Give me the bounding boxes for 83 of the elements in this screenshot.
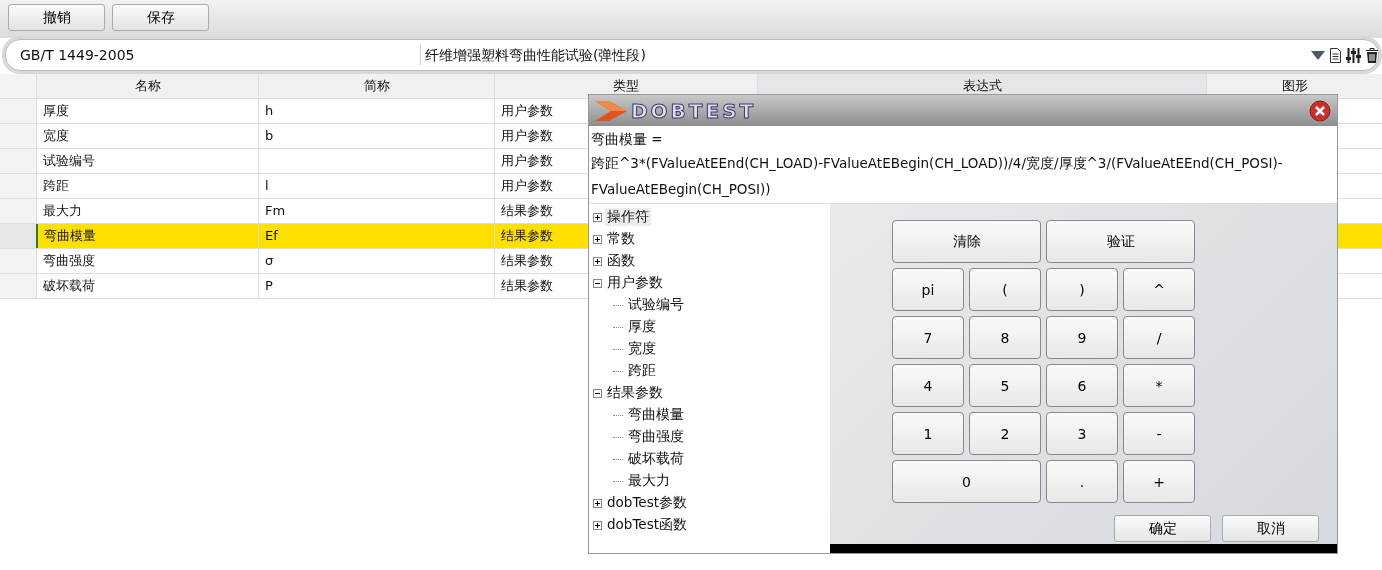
expander-icon[interactable] bbox=[593, 278, 602, 288]
tree-item[interactable]: 常数 bbox=[605, 230, 637, 248]
dialog-button[interactable]: 取消 bbox=[1222, 515, 1319, 542]
keypad-button[interactable]: ^ bbox=[1123, 268, 1195, 311]
toolbar-button[interactable]: 撤销 bbox=[8, 4, 105, 31]
expander-icon[interactable] bbox=[593, 520, 602, 530]
tree-item[interactable]: 宽度 bbox=[626, 340, 658, 358]
keypad-button[interactable]: 2 bbox=[969, 412, 1041, 455]
table-cell: l bbox=[265, 178, 269, 193]
keypad-button[interactable]: 9 bbox=[1046, 316, 1118, 359]
table-cell: h bbox=[265, 103, 274, 118]
chevron-logo-icon bbox=[593, 98, 629, 123]
table-cell: 破坏载荷 bbox=[43, 278, 95, 293]
tree-item[interactable]: 函数 bbox=[605, 252, 637, 270]
tree-item[interactable]: dobTest函数 bbox=[605, 516, 689, 534]
tree-item[interactable]: dobTest参数 bbox=[605, 494, 689, 512]
tree-item[interactable]: 弯曲强度 bbox=[626, 428, 686, 446]
tree-item[interactable]: 最大力 bbox=[626, 472, 672, 490]
table-cell: 弯曲强度 bbox=[43, 253, 95, 268]
dropdown-icon[interactable] bbox=[1311, 50, 1325, 60]
expander-icon[interactable] bbox=[593, 388, 602, 398]
logo-text: DOBTEST bbox=[631, 98, 757, 123]
table-cell: b bbox=[265, 128, 274, 143]
keypad-button[interactable]: 4 bbox=[892, 364, 964, 407]
column-header[interactable]: 简称 bbox=[258, 74, 494, 98]
table-cell: 最大力 bbox=[43, 203, 82, 218]
keypad-button[interactable]: . bbox=[1046, 460, 1118, 503]
keypad-button[interactable]: + bbox=[1123, 460, 1195, 503]
tree-item[interactable]: 操作符 bbox=[605, 208, 651, 226]
toolbar-button[interactable]: 保存 bbox=[112, 4, 209, 31]
standard-title: 纤维增强塑料弯曲性能试验(弹性段) bbox=[420, 45, 1311, 65]
keypad-button[interactable]: ( bbox=[969, 268, 1041, 311]
tree-item[interactable]: 用户参数 bbox=[605, 274, 665, 292]
tree-item[interactable]: 厚度 bbox=[626, 318, 658, 336]
expander-icon[interactable] bbox=[593, 234, 602, 244]
table-cell: 结果参数 bbox=[501, 203, 553, 218]
table-cell: 跨距 bbox=[43, 178, 69, 193]
standard-code: GB/T 1449-2005 bbox=[19, 47, 136, 63]
table-cell: 试验编号 bbox=[43, 153, 95, 168]
table-cell: σ bbox=[265, 253, 274, 268]
table-cell: 用户参数 bbox=[501, 103, 553, 118]
trash-icon[interactable] bbox=[1366, 47, 1378, 63]
table-cell: 用户参数 bbox=[501, 128, 553, 143]
table-cell: 用户参数 bbox=[501, 178, 553, 193]
table-cell: P bbox=[265, 278, 273, 293]
keypad-button[interactable]: 6 bbox=[1046, 364, 1118, 407]
table-cell: 用户参数 bbox=[501, 153, 553, 168]
document-icon[interactable] bbox=[1330, 47, 1341, 63]
keypad-button[interactable]: / bbox=[1123, 316, 1195, 359]
close-icon[interactable] bbox=[1309, 99, 1331, 122]
keypad-button[interactable]: 0 bbox=[892, 460, 1041, 503]
table-cell: 弯曲模量 bbox=[44, 228, 96, 243]
keypad-button[interactable]: ) bbox=[1046, 268, 1118, 311]
keypad-button[interactable]: 8 bbox=[969, 316, 1041, 359]
tree-item[interactable]: 结果参数 bbox=[605, 384, 665, 402]
table-cell: 宽度 bbox=[43, 128, 69, 143]
keypad-button[interactable]: * bbox=[1123, 364, 1195, 407]
expander-icon[interactable] bbox=[593, 212, 602, 222]
table-cell: 厚度 bbox=[43, 103, 69, 118]
formula-name: 弯曲模量 = bbox=[590, 130, 664, 149]
keypad-button[interactable]: 清除 bbox=[892, 220, 1041, 263]
expander-icon[interactable] bbox=[593, 498, 602, 508]
keypad-button[interactable]: 验证 bbox=[1046, 220, 1195, 263]
keypad-button[interactable]: 1 bbox=[892, 412, 964, 455]
tree-item[interactable]: 跨距 bbox=[626, 362, 658, 380]
standard-field[interactable]: GB/T 1449-2005 纤维增强塑料弯曲性能试验(弹性段) bbox=[5, 39, 1379, 71]
table-cell: Fm bbox=[265, 203, 286, 218]
tree-item[interactable]: 破坏载荷 bbox=[626, 450, 686, 468]
column-header[interactable]: 名称 bbox=[36, 74, 258, 98]
table-cell: 结果参数 bbox=[501, 278, 553, 293]
keypad-button[interactable]: 7 bbox=[892, 316, 964, 359]
sliders-icon[interactable] bbox=[1346, 47, 1361, 63]
keypad-button[interactable]: pi bbox=[892, 268, 964, 311]
keypad-button[interactable]: - bbox=[1123, 412, 1195, 455]
keypad-button[interactable]: 5 bbox=[969, 364, 1041, 407]
expander-icon[interactable] bbox=[593, 256, 602, 266]
table-cell: Ef bbox=[265, 228, 278, 243]
tree-item[interactable]: 弯曲模量 bbox=[626, 406, 686, 424]
table-cell: 结果参数 bbox=[501, 228, 553, 243]
tree-item[interactable]: 试验编号 bbox=[626, 296, 686, 314]
dialog-button[interactable]: 确定 bbox=[1114, 515, 1211, 542]
table-cell: 结果参数 bbox=[501, 253, 553, 268]
keypad-button[interactable]: 3 bbox=[1046, 412, 1118, 455]
